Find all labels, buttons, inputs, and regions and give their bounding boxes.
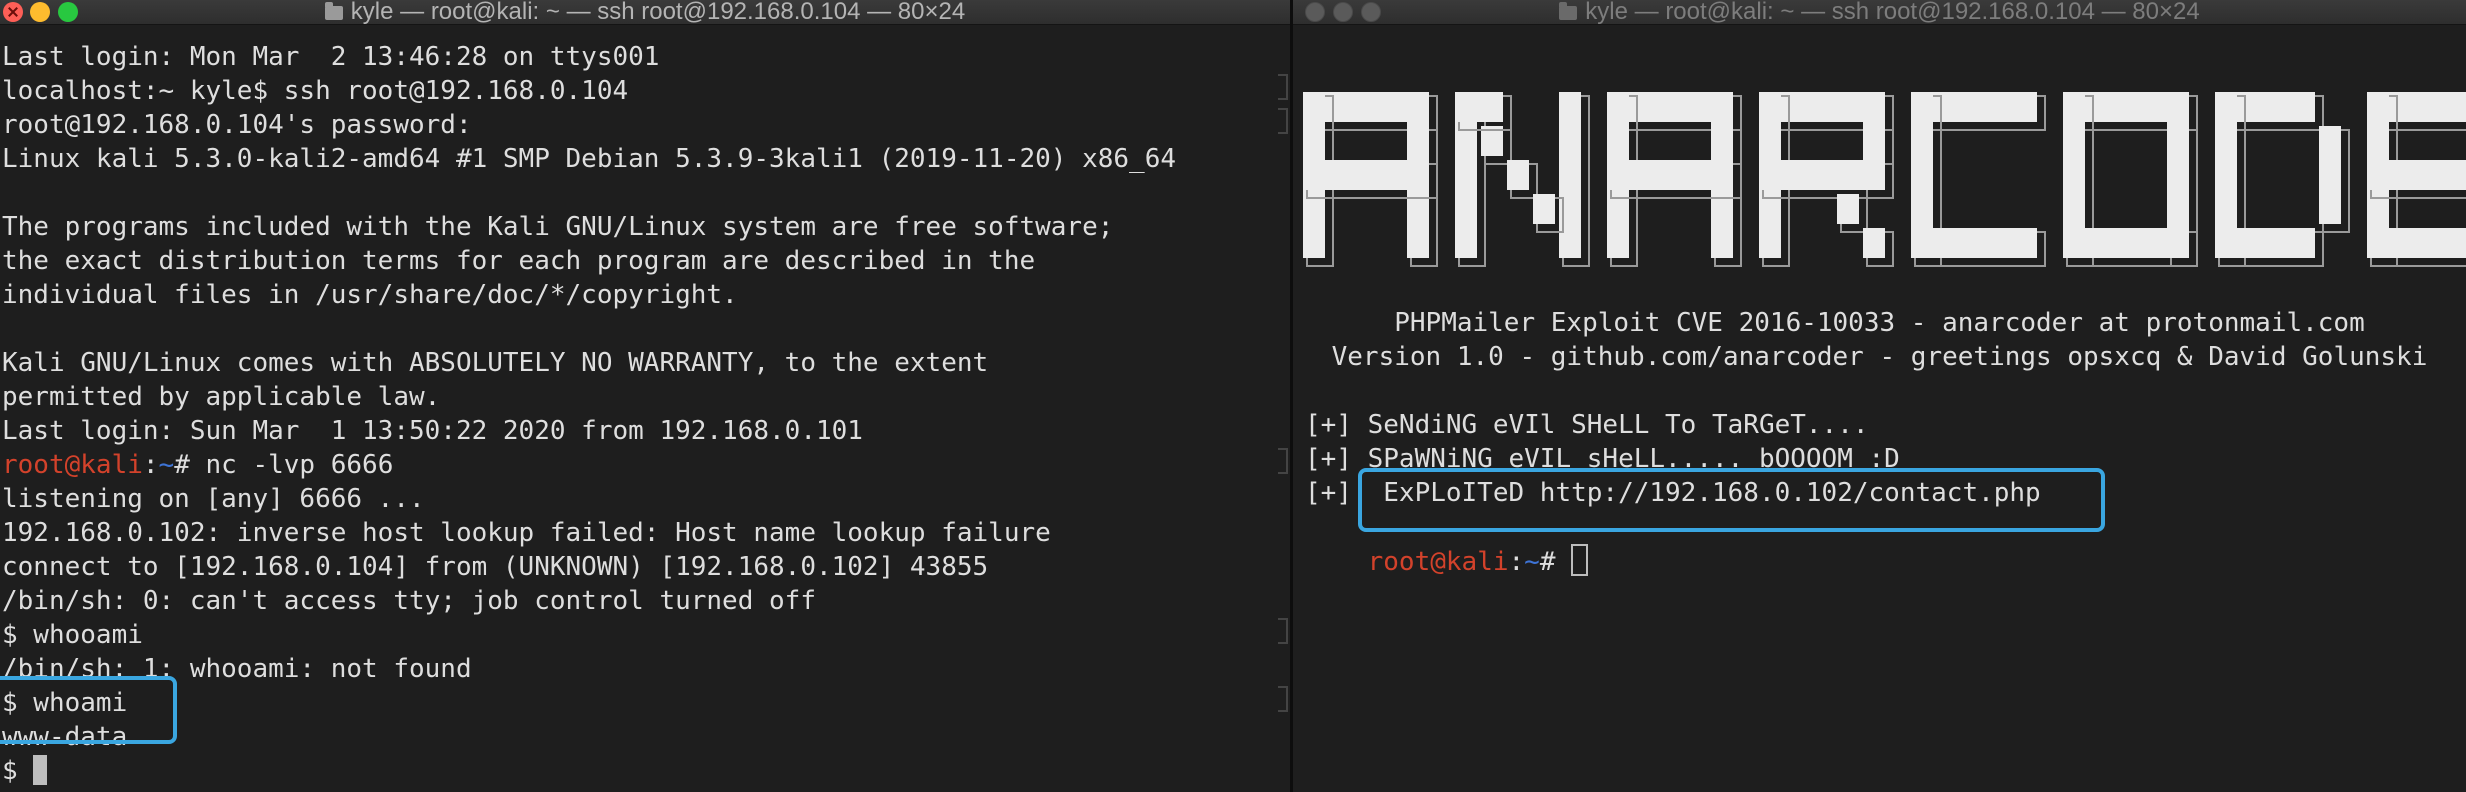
status-line-sending: [+] SeNdiNG eVIl SHeLL To TaRGeT....: [1305, 410, 1869, 440]
terminal-line: localhost:~ kyle$ ssh root@192.168.0.104: [2, 74, 628, 108]
terminal-line: root@kali:~# nc -lvp 6666: [2, 448, 393, 482]
line-text: connect to [192.168.0.104] from (UNKNOWN…: [2, 552, 989, 582]
line-text: $ whooami: [2, 620, 143, 650]
right-titlebar[interactable]: kyle — root@kali: ~ — ssh root@192.168.0…: [1293, 0, 2466, 25]
line-text: /bin/sh: 0: can't access tty; job contro…: [2, 586, 816, 616]
banner-letter: [1607, 92, 1742, 267]
banner-letter: [1303, 92, 1438, 267]
right-window-title: kyle — root@kali: ~ — ssh root@192.168.0…: [1585, 0, 2200, 25]
left-window-title-row: kyle — root@kali: ~ — ssh root@192.168.0…: [0, 0, 1290, 24]
banner-letter: [1455, 92, 1590, 267]
terminal-line: connect to [192.168.0.104] from (UNKNOWN…: [2, 550, 988, 584]
terminal-line: $: [2, 754, 48, 788]
prompt-separator: :: [142, 450, 159, 480]
scroll-edge-marker: [1278, 448, 1288, 474]
terminal-line: Kali GNU/Linux comes with ABSOLUTELY NO …: [2, 346, 988, 380]
line-text: Kali GNU/Linux comes with ABSOLUTELY NO …: [2, 348, 989, 378]
line-text: root@192.168.0.104's password:: [2, 110, 472, 140]
right-window-title-row: kyle — root@kali: ~ — ssh root@192.168.0…: [1293, 0, 2466, 24]
terminal-cursor: [33, 755, 48, 785]
prompt-path: ~: [1524, 547, 1540, 577]
left-terminal-output[interactable]: Last login: Mon Mar 2 13:46:28 on ttys00…: [0, 24, 1290, 792]
terminal-line: Last login: Sun Mar 1 13:50:22 2020 from…: [2, 414, 863, 448]
prompt-path: ~: [158, 450, 175, 480]
line-text: $: [2, 756, 34, 786]
banner-letter: [1911, 92, 2046, 267]
line-text: the exact distribution terms for each pr…: [2, 246, 1036, 276]
line-text: Linux kali 5.3.0-kali2-amd64 #1 SMP Debi…: [2, 144, 1176, 174]
line-text: permitted by applicable law.: [2, 382, 441, 412]
left-window-title: kyle — root@kali: ~ — ssh root@192.168.0…: [350, 0, 966, 25]
terminal-line: root@192.168.0.104's password:: [2, 108, 472, 142]
prompt-separator: :: [1508, 547, 1525, 577]
line-text: Last login: Sun Mar 1 13:50:22 2020 from…: [2, 416, 863, 446]
terminal-line: $ whooami: [2, 618, 143, 652]
scroll-edge-marker: [1278, 74, 1288, 100]
ascii-art-banner: [1303, 92, 2466, 267]
terminal-line: Last login: Mon Mar 2 13:46:28 on ttys00…: [2, 40, 659, 74]
terminal-line: listening on [any] 6666 ...: [2, 482, 425, 516]
exploit-version-line: Version 1.0 - github.com/anarcoder - gre…: [1331, 342, 2428, 372]
banner-letter: [2063, 92, 2198, 267]
left-titlebar[interactable]: kyle — root@kali: ~ — ssh root@192.168.0…: [0, 0, 1290, 25]
scroll-edge-marker: [1278, 108, 1288, 134]
scroll-edge-marker: [1278, 618, 1288, 644]
terminal-line: 192.168.0.102: inverse host lookup faile…: [2, 516, 1051, 550]
terminal-line: individual files in /usr/share/doc/*/cop…: [2, 278, 738, 312]
highlight-box-whoami: [0, 676, 177, 744]
right-terminal-window[interactable]: kyle — root@kali: ~ — ssh root@192.168.0…: [1293, 0, 2466, 792]
terminal-line: The programs included with the Kali GNU/…: [2, 210, 1113, 244]
prompt-user: root@kali: [1367, 547, 1509, 577]
exploit-info-line: PHPMailer Exploit CVE 2016-10033 - anarc…: [1394, 308, 2365, 338]
line-text: # nc -lvp 6666: [174, 450, 394, 480]
line-text: Last login: Mon Mar 2 13:46:28 on ttys00…: [2, 42, 660, 72]
line-text: individual files in /usr/share/doc/*/cop…: [2, 280, 738, 310]
banner-letter: [2367, 92, 2466, 267]
scroll-edge-marker: [1278, 686, 1288, 712]
line-text: localhost:~ kyle$ ssh root@192.168.0.104: [2, 76, 629, 106]
line-text: listening on [any] 6666 ...: [2, 484, 425, 514]
left-terminal-window[interactable]: kyle — root@kali: ~ — ssh root@192.168.0…: [0, 0, 1290, 792]
folder-icon: [1559, 2, 1578, 20]
terminal-line: permitted by applicable law.: [2, 380, 440, 414]
line-text: The programs included with the Kali GNU/…: [2, 212, 1114, 242]
banner-letter: [1759, 92, 1894, 267]
terminal-line: the exact distribution terms for each pr…: [2, 244, 1035, 278]
prompt-symbol: #: [1539, 547, 1572, 577]
terminal-line: Linux kali 5.3.0-kali2-amd64 #1 SMP Debi…: [2, 142, 1176, 176]
highlight-box-exploited: [1358, 468, 2105, 532]
banner-letter: [2215, 92, 2350, 267]
terminal-cursor: [1571, 544, 1589, 576]
terminal-line: /bin/sh: 0: can't access tty; job contro…: [2, 584, 816, 618]
folder-icon: [324, 2, 343, 20]
prompt-user: root@kali: [2, 450, 143, 480]
line-text: 192.168.0.102: inverse host lookup faile…: [2, 518, 1051, 548]
